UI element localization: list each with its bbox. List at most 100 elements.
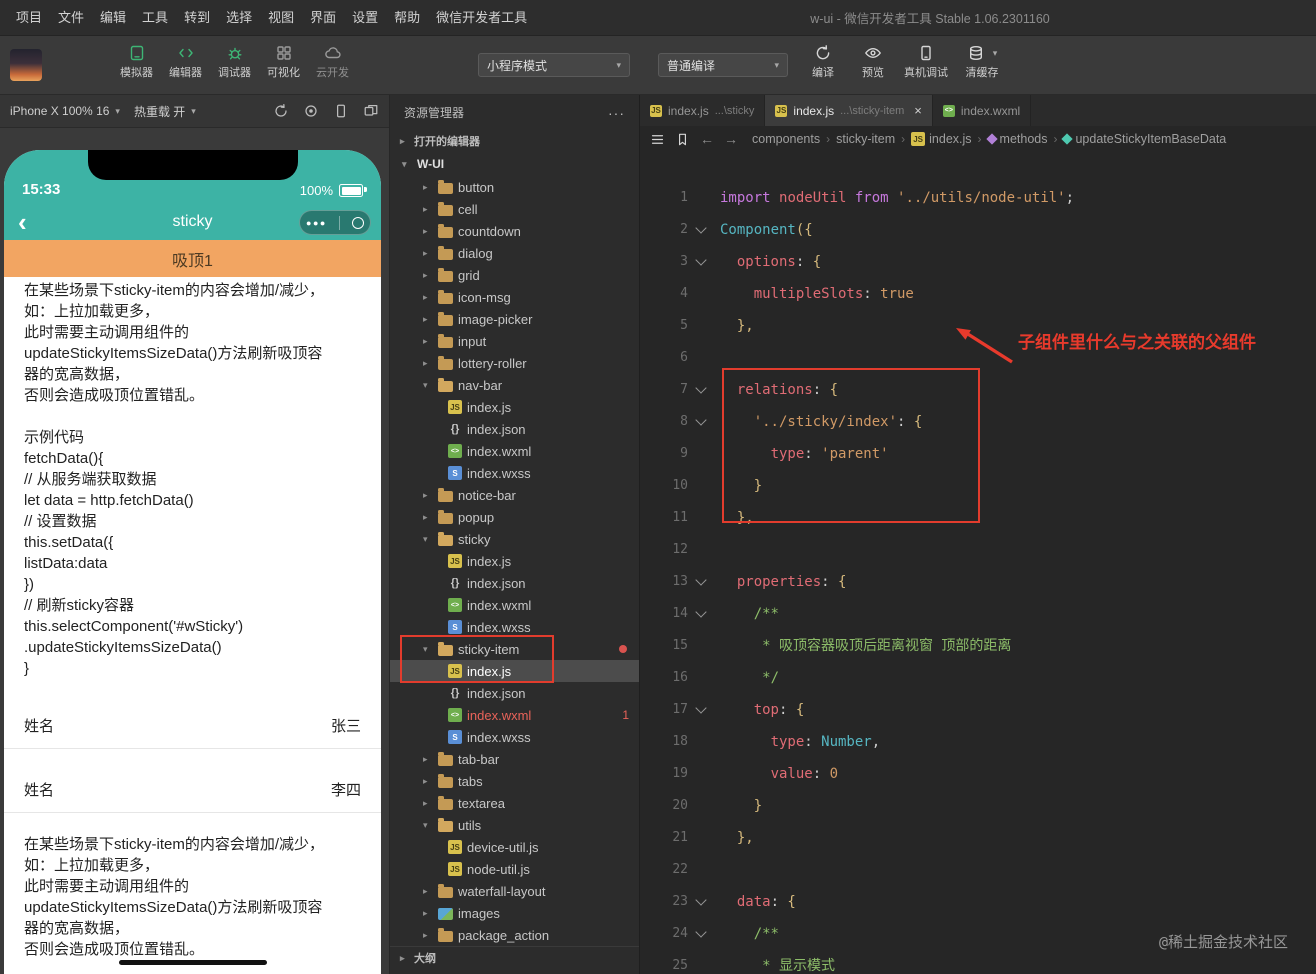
device-icon[interactable] [333,103,349,119]
window-icon[interactable] [363,103,379,119]
visualization-button[interactable]: 可视化 [259,44,308,80]
menu-item[interactable]: 文件 [50,0,92,36]
opened-editors-section[interactable]: ▸ 打开的编辑器 [390,130,639,152]
tree-folder-nav-bar[interactable]: ▾ nav-bar [390,374,639,396]
tab-path-hint: ...\sticky-item [840,104,905,117]
menu-item[interactable]: 工具 [134,0,176,36]
more-actions-icon[interactable]: ··· [608,105,625,121]
tree-file-index.wxml[interactable]: <> index.wxml [390,594,639,616]
tree-folder-notice-bar[interactable]: ▸ notice-bar [390,484,639,506]
wxml-file-icon: <> [448,708,462,722]
real-device-debug-button[interactable]: 真机调试 [898,44,954,80]
code-editor[interactable]: 1 import nodeUtil from '../utils/node-uti… [640,152,1316,974]
menu-item[interactable]: 编辑 [92,0,134,36]
menu-item[interactable]: 选择 [218,0,260,36]
tree-file-index.js[interactable]: JS index.js [390,660,639,682]
project-root[interactable]: ▾ W-UI [390,152,639,176]
nav-forward-icon[interactable]: → [724,131,738,147]
tree-folder-icon-msg[interactable]: ▸ icon-msg [390,286,639,308]
tree-folder-textarea[interactable]: ▸ textarea [390,792,639,814]
cloud-dev-button[interactable]: 云开发 [308,44,357,80]
tree-folder-tabs[interactable]: ▸ tabs [390,770,639,792]
tree-file-index.wxss[interactable]: Sindex.wxss [390,616,639,638]
tab-index.jssticky[interactable]: JS index.js ...\sticky [640,95,766,126]
tree-file-index.json[interactable]: {} index.json [390,572,639,594]
breadcrumb-label: methods [999,132,1048,146]
list-icon[interactable] [650,132,665,147]
tree-folder-lottery-roller[interactable]: ▸ lottery-roller [390,352,639,374]
tree-folder-package_action[interactable]: ▸ package_action [390,924,639,946]
tree-item-label: cell [458,201,478,217]
menu-item[interactable]: 帮助 [386,0,428,36]
menu-item[interactable]: 项目 [8,0,50,36]
menu-item[interactable]: 界面 [302,0,344,36]
menu-item[interactable]: 转到 [176,0,218,36]
tree-file-index.js[interactable]: JS index.js [390,550,639,572]
breadcrumb-item-index.js[interactable]: JS index.js [911,132,972,146]
code-text: } [753,478,763,494]
menu-item[interactable]: 设置 [344,0,386,36]
compile-button[interactable]: 编译 [798,44,848,80]
tree-file-device-util.js[interactable]: JS device-util.js [390,836,639,858]
menu-item[interactable]: 微信开发者工具 [428,0,535,36]
breadcrumb-item-updateStickyItemBaseData[interactable]: updateStickyItemBaseData [1061,132,1226,146]
bookmark-icon[interactable] [675,132,690,147]
tree-file-index.js[interactable]: JS index.js [390,396,639,418]
tree-folder-image-picker[interactable]: ▸ image-picker [390,308,639,330]
tree-file-node-util.js[interactable]: JS node-util.js [390,858,639,880]
tree-file-index.wxml[interactable]: <> index.wxml [390,440,639,462]
breadcrumb-item-components[interactable]: components [752,132,820,146]
tree-folder-grid[interactable]: ▸ grid [390,264,639,286]
tree-folder-tab-bar[interactable]: ▸ tab-bar [390,748,639,770]
record-icon[interactable] [303,103,319,119]
folder-icon [438,245,453,260]
hot-reload-toggle[interactable]: 热重载 开 ▾ [134,103,196,120]
user-avatar[interactable] [10,49,42,81]
chevron-down-icon: ▾ [423,819,428,830]
tree-file-index.wxss[interactable]: Sindex.wxss [390,462,639,484]
content-line: 器的宽高数据， [24,366,130,383]
device-selector-value: iPhone X 100% 16 [10,104,110,118]
breadcrumb-item-sticky-item[interactable]: sticky-item [836,132,895,146]
refresh-icon[interactable] [273,103,289,119]
simulator-button[interactable]: 模拟器 [112,44,161,80]
tree-file-index.json[interactable]: {} index.json [390,682,639,704]
close-icon[interactable]: × [914,103,922,118]
tree-folder-countdown[interactable]: ▸ countdown [390,220,639,242]
device-selector[interactable]: iPhone X 100% 16 ▾ [10,104,120,118]
tab-index.wxml[interactable]: <> index.wxml [933,95,1032,126]
debugger-button[interactable]: 调试器 [210,44,259,80]
outline-section[interactable]: ▸ 大纲 [390,946,639,969]
tree-folder-sticky[interactable]: ▾ sticky [390,528,639,550]
clear-cache-button[interactable]: ▾ 清缓存 [954,44,1010,80]
list-item[interactable]: 姓名 李四 [4,767,381,813]
editor-button[interactable]: 编辑器 [161,44,210,80]
tab-index.jssticky-item[interactable]: JS index.js ...\sticky-item × [765,95,933,126]
tree-folder-waterfall-layout[interactable]: ▸ waterfall-layout [390,880,639,902]
more-icon[interactable]: ●●● [306,218,327,228]
tree-folder-dialog[interactable]: ▸ dialog [390,242,639,264]
tree-folder-sticky-item[interactable]: ▾ sticky-item [390,638,639,660]
tree-folder-images[interactable]: ▸ images [390,902,639,924]
tree-folder-input[interactable]: ▸ input [390,330,639,352]
breadcrumb-item-methods[interactable]: methods [985,132,1048,146]
tree-file-index.json[interactable]: {} index.json [390,418,639,440]
menu-item[interactable]: 视图 [260,0,302,36]
list-item[interactable]: 姓名 张三 [4,703,381,749]
tree-folder-utils[interactable]: ▾ utils [390,814,639,836]
preview-button[interactable]: 预览 [848,44,898,80]
tree-file-index.wxml[interactable]: <> index.wxml 1 [390,704,639,726]
tree-folder-cell[interactable]: ▸ cell [390,198,639,220]
compile-mode-dropdown[interactable]: 普通编译 ▾ [658,53,788,77]
tree-folder-popup[interactable]: ▸ popup [390,506,639,528]
chevron-right-icon: ▸ [423,269,428,280]
home-indicator[interactable] [118,960,267,965]
tree-file-index.wxss[interactable]: Sindex.wxss [390,726,639,748]
button-label: 可视化 [267,67,300,79]
tree-folder-button[interactable]: ▸ button [390,176,639,198]
applet-mode-dropdown[interactable]: 小程序模式 ▾ [478,53,630,77]
code-text: data: { [736,894,796,910]
capsule-button[interactable]: ●●● [299,210,371,235]
nav-back-icon[interactable]: ← [700,131,714,147]
home-icon[interactable] [351,216,364,229]
